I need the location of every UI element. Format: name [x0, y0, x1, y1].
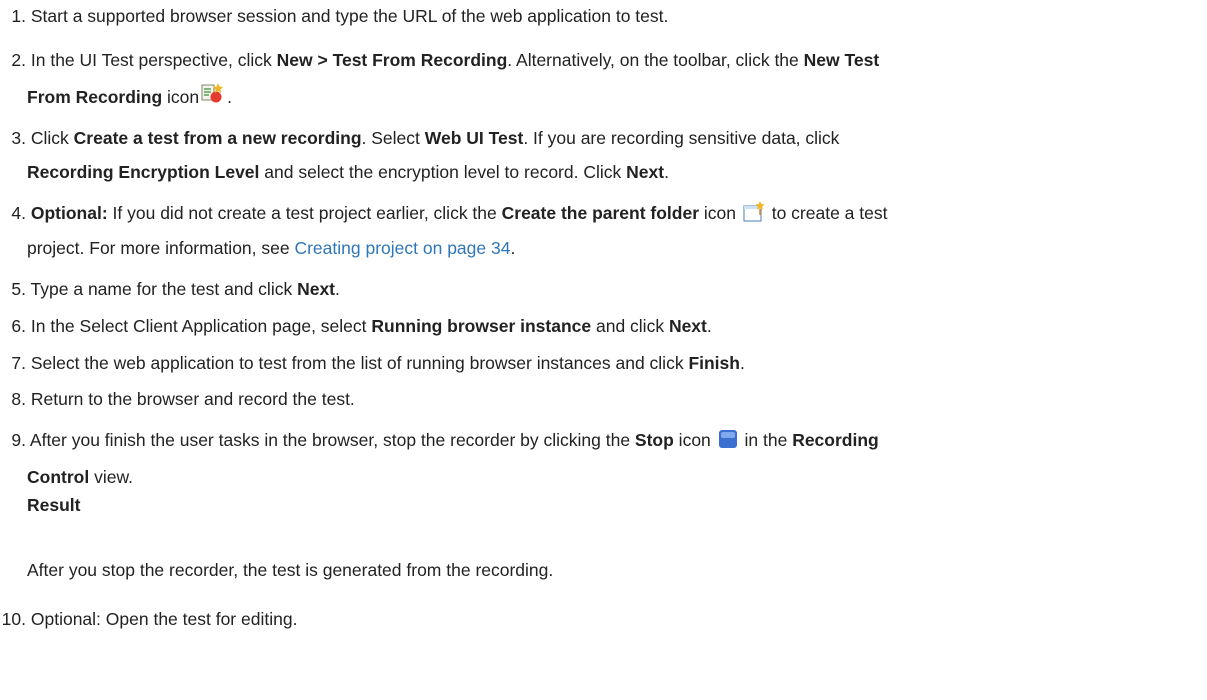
step-9-continued: Control view.: [27, 467, 133, 487]
stop-icon: [718, 429, 738, 449]
step-7: 7. Select the web application to test fr…: [11, 353, 745, 373]
step-4: 4. Optional: If you did not create a tes…: [11, 201, 888, 223]
step-4-continued: project. For more information, see Creat…: [27, 238, 516, 258]
create-parent-folder-icon: [743, 201, 765, 223]
creating-project-link[interactable]: Creating project on page 34: [294, 238, 510, 258]
step-2-continued: From Recording icon .: [27, 83, 232, 108]
step-3: 3. Click Create a test from a new record…: [11, 128, 840, 148]
step-8: 8. Return to the browser and record the …: [11, 389, 355, 409]
result-heading: Result: [27, 495, 81, 515]
document-page: 1. Start a supported browser session and…: [0, 0, 1207, 700]
step-10: 10. Optional: Open the test for editing.: [1, 609, 298, 629]
step-2: 2. In the UI Test perspective, click New…: [11, 50, 880, 70]
step-9: 9. After you finish the user tasks in th…: [11, 429, 879, 450]
step-3-continued: Recording Encryption Level and select th…: [27, 162, 669, 182]
step-5: 5. Type a name for the test and click Ne…: [11, 279, 340, 299]
step-1: 1. Start a supported browser session and…: [11, 6, 669, 26]
new-test-from-recording-icon: [201, 82, 225, 104]
step-6: 6. In the Select Client Application page…: [11, 316, 712, 336]
result-text: After you stop the recorder, the test is…: [27, 560, 554, 580]
